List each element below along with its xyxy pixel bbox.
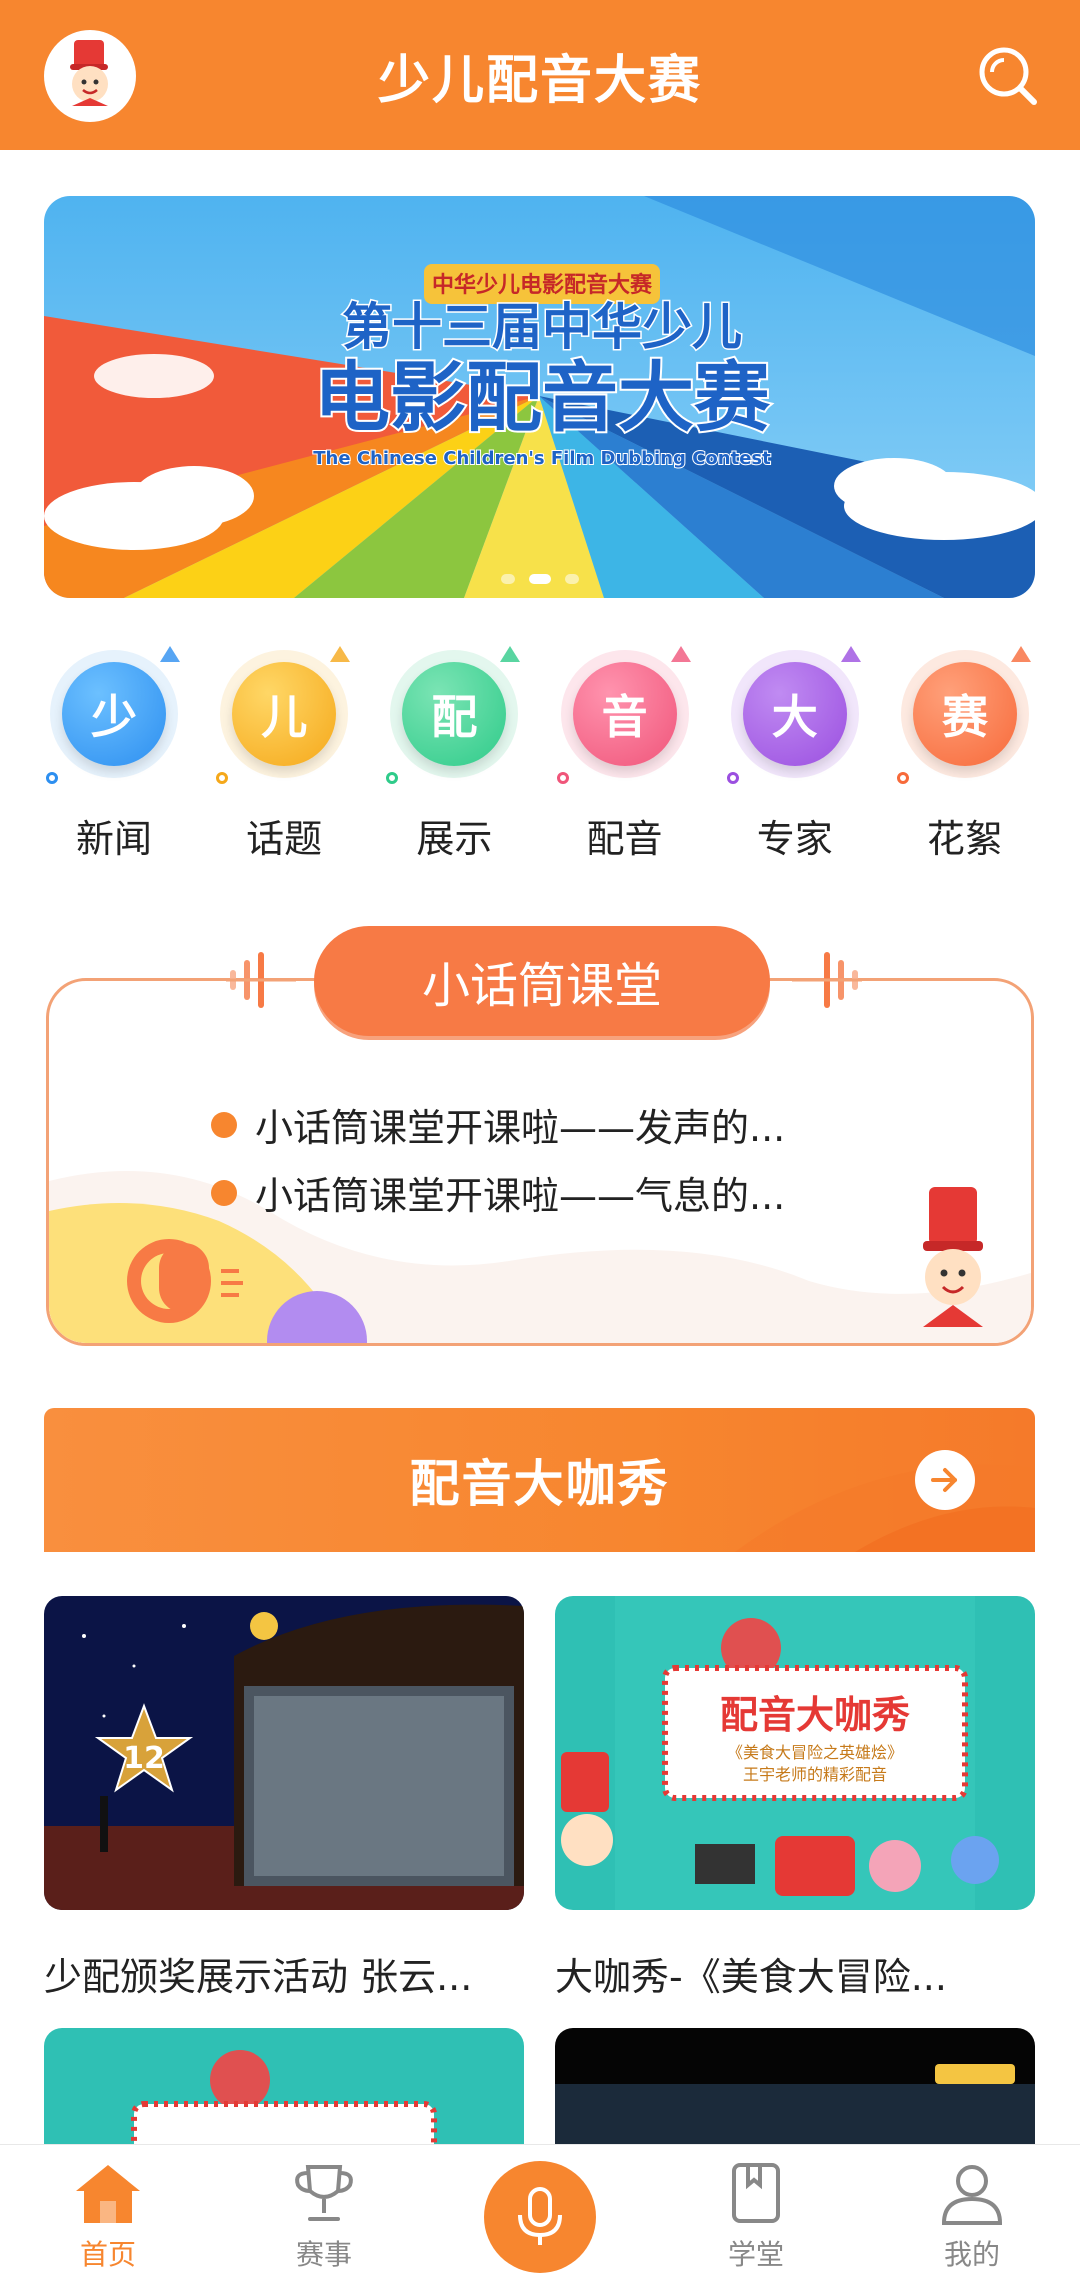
triangle-decoration	[670, 646, 691, 662]
category-showcase[interactable]: 配 展示	[384, 646, 524, 870]
triangle-decoration	[330, 646, 351, 662]
category-glyph: 音	[572, 662, 677, 766]
video-card[interactable]: 配音大咖秀 《美食大冒险之英雄烩》 王宇老师的精彩配音 大咖秀-《美食大冒险..…	[555, 1596, 1035, 2001]
classroom-item-text: 小话筒课堂开课啦——气息的...	[255, 1174, 786, 1218]
record-button[interactable]	[484, 2161, 596, 2273]
sound-bars-decoration	[792, 952, 862, 1008]
category-label: 花絮	[926, 817, 1003, 861]
app-header: 少儿配音大赛	[0, 0, 1080, 150]
dot-decoration	[726, 772, 739, 784]
triangle-decoration	[500, 646, 521, 662]
bullet-dot	[211, 1111, 237, 1138]
banner-headline-main: 电影配音大赛	[314, 353, 771, 442]
category-news[interactable]: 少 新闻	[44, 646, 184, 870]
triangle-decoration	[1010, 646, 1031, 662]
trophy-icon	[295, 2165, 353, 2221]
category-highlights[interactable]: 赛 花絮	[895, 646, 1035, 870]
sound-bars-decoration	[226, 952, 296, 1008]
showcase-header[interactable]: 配音大咖秀	[44, 1408, 1035, 1552]
dot-decoration	[556, 772, 569, 784]
banner-headline-top: 第十三届中华少儿	[342, 298, 742, 356]
nav-label: 我的	[943, 2238, 1000, 2271]
pagination-dot-active[interactable]	[528, 574, 551, 584]
bullet-dot	[211, 1179, 237, 1206]
user-icon	[941, 2165, 1003, 2225]
category-label: 配音	[586, 817, 663, 861]
mascot-icon	[70, 40, 108, 106]
category-glyph: 赛	[912, 662, 1017, 766]
video-thumbnail[interactable]: 配音大咖秀 《美食大冒险之英雄烩》 王宇老师的精彩配音	[555, 1596, 1035, 1910]
video-card[interactable]: 12 少配颁奖展示活动 张云...	[44, 1596, 524, 2001]
category-glyph: 配	[402, 662, 507, 766]
search-icon	[979, 47, 1037, 105]
nav-home[interactable]: 首页	[33, 2145, 183, 2273]
home-icon	[76, 2165, 140, 2223]
poster-subtitle: 王宇老师的精彩配音	[743, 1765, 887, 1784]
banner-pagination	[44, 574, 1035, 584]
nav-label: 赛事	[295, 2238, 352, 2271]
nav-label: 首页	[79, 2238, 136, 2271]
nav-record[interactable]	[465, 2145, 615, 2273]
category-glyph: 少	[62, 662, 166, 766]
banner-logo-text: 中华少儿电影配音大赛	[432, 272, 653, 298]
pagination-dot[interactable]	[500, 574, 515, 584]
showcase-title: 配音大咖秀	[409, 1455, 670, 1513]
pagination-dot[interactable]	[564, 574, 579, 584]
video-thumbnail[interactable]: 12	[44, 1596, 524, 1910]
dot-decoration	[216, 772, 229, 784]
triangle-decoration	[160, 646, 180, 662]
classroom-item[interactable]: 小话筒课堂开课啦——发声的...	[211, 1097, 785, 1152]
video-thumbnail-partial[interactable]	[44, 2028, 524, 2148]
arrow-right-icon	[931, 1468, 957, 1492]
category-glyph: 大	[742, 662, 847, 766]
triangle-decoration	[840, 646, 861, 662]
nav-events[interactable]: 赛事	[249, 2145, 399, 2273]
poster-title: 配音大咖秀	[720, 1693, 910, 1737]
mascot-avatar[interactable]	[44, 30, 136, 122]
category-label: 话题	[246, 817, 323, 861]
classroom-title[interactable]: 小话筒课堂	[314, 926, 770, 1036]
category-label: 新闻	[75, 817, 152, 861]
category-label: 展示	[416, 817, 493, 861]
poster-subtitle: 《美食大冒险之英雄烩》	[727, 1743, 903, 1762]
app-title: 少儿配音大赛	[377, 50, 702, 111]
search-button[interactable]	[974, 42, 1040, 108]
category-label: 专家	[756, 817, 833, 861]
bottom-navigation: 首页 赛事 学堂 我的	[0, 2144, 1080, 2294]
nav-profile[interactable]: 我的	[897, 2145, 1047, 2273]
classroom-item[interactable]: 小话筒课堂开课啦——气息的...	[211, 1165, 785, 1220]
video-title: 少配颁奖展示活动 张云...	[44, 1955, 473, 1999]
promo-banner[interactable]: 中华少儿电影配音大赛 第十三届中华少儿 电影配音大赛 The Chinese C…	[44, 196, 1035, 598]
nav-label: 学堂	[727, 2238, 784, 2271]
banner-subtitle: The Chinese Children's Film Dubbing Cont…	[313, 448, 771, 469]
category-glyph: 儿	[232, 662, 337, 766]
category-dubbing[interactable]: 音 配音	[555, 646, 695, 870]
video-thumbnail-partial[interactable]	[555, 2028, 1035, 2148]
video-badge: 12	[123, 1741, 165, 1776]
category-topics[interactable]: 儿 话题	[214, 646, 354, 870]
microphone-icon	[518, 2187, 562, 2245]
category-experts[interactable]: 大 专家	[725, 646, 865, 870]
dot-decoration	[46, 772, 58, 784]
nav-school[interactable]: 学堂	[681, 2145, 831, 2273]
classroom-item-text: 小话筒课堂开课啦——发声的...	[255, 1106, 786, 1150]
dot-decoration	[896, 772, 909, 784]
category-row: 少 新闻 儿 话题 配 展示 音 配音 大 专家 赛 花絮	[44, 646, 1035, 870]
book-icon	[732, 2163, 780, 2223]
showcase-arrow-button[interactable]	[915, 1450, 975, 1510]
dot-decoration	[386, 772, 399, 784]
video-title: 大咖秀-《美食大冒险...	[555, 1955, 947, 1999]
